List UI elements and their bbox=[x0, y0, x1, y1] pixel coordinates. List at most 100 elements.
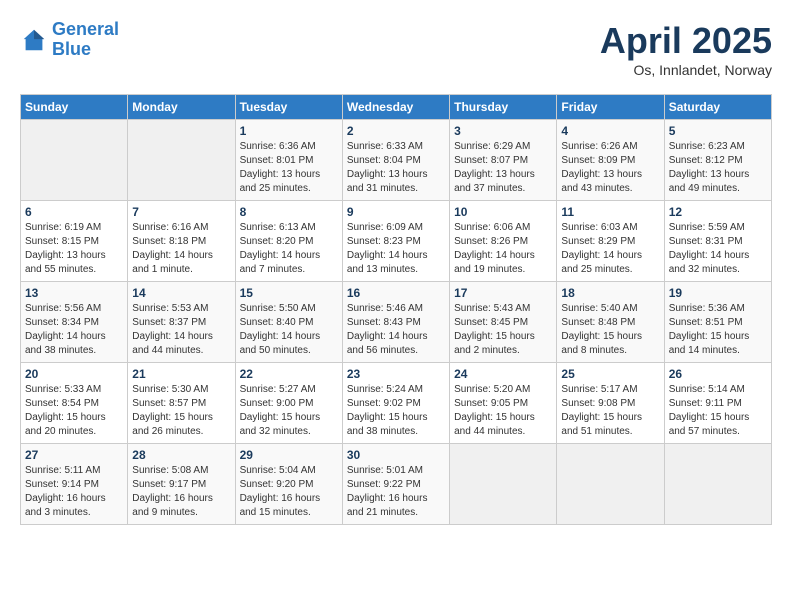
day-number: 4 bbox=[561, 124, 659, 138]
day-number: 18 bbox=[561, 286, 659, 300]
calendar-week-5: 27 Sunrise: 5:11 AM Sunset: 9:14 PM Dayli… bbox=[21, 444, 772, 525]
day-number: 21 bbox=[132, 367, 230, 381]
day-number: 14 bbox=[132, 286, 230, 300]
day-info: Sunrise: 5:11 AM Sunset: 9:14 PM Dayligh… bbox=[25, 464, 123, 520]
day-info: Sunrise: 6:03 AM Sunset: 8:29 PM Dayligh… bbox=[561, 221, 659, 277]
day-info: Sunrise: 5:04 AM Sunset: 9:20 PM Dayligh… bbox=[240, 464, 338, 520]
day-number: 7 bbox=[132, 205, 230, 219]
logo: General Blue bbox=[20, 20, 119, 60]
calendar-day bbox=[450, 444, 557, 525]
day-info: Sunrise: 5:40 AM Sunset: 8:48 PM Dayligh… bbox=[561, 302, 659, 358]
day-number: 9 bbox=[347, 205, 445, 219]
day-number: 6 bbox=[25, 205, 123, 219]
day-number: 16 bbox=[347, 286, 445, 300]
calendar-day: 19 Sunrise: 5:36 AM Sunset: 8:51 PM Dayli… bbox=[664, 282, 771, 363]
day-info: Sunrise: 5:53 AM Sunset: 8:37 PM Dayligh… bbox=[132, 302, 230, 358]
calendar-day: 29 Sunrise: 5:04 AM Sunset: 9:20 PM Dayli… bbox=[235, 444, 342, 525]
day-info: Sunrise: 6:06 AM Sunset: 8:26 PM Dayligh… bbox=[454, 221, 552, 277]
day-number: 28 bbox=[132, 448, 230, 462]
day-number: 15 bbox=[240, 286, 338, 300]
calendar-day: 21 Sunrise: 5:30 AM Sunset: 8:57 PM Dayli… bbox=[128, 363, 235, 444]
day-info: Sunrise: 6:36 AM Sunset: 8:01 PM Dayligh… bbox=[240, 140, 338, 196]
day-number: 25 bbox=[561, 367, 659, 381]
logo-icon bbox=[20, 26, 48, 54]
logo-text: General Blue bbox=[52, 20, 119, 60]
day-info: Sunrise: 6:09 AM Sunset: 8:23 PM Dayligh… bbox=[347, 221, 445, 277]
calendar-day: 12 Sunrise: 5:59 AM Sunset: 8:31 PM Dayli… bbox=[664, 201, 771, 282]
calendar-day bbox=[21, 120, 128, 201]
day-info: Sunrise: 5:36 AM Sunset: 8:51 PM Dayligh… bbox=[669, 302, 767, 358]
day-info: Sunrise: 5:08 AM Sunset: 9:17 PM Dayligh… bbox=[132, 464, 230, 520]
calendar-day: 1 Sunrise: 6:36 AM Sunset: 8:01 PM Daylig… bbox=[235, 120, 342, 201]
calendar-week-2: 6 Sunrise: 6:19 AM Sunset: 8:15 PM Daylig… bbox=[21, 201, 772, 282]
day-number: 11 bbox=[561, 205, 659, 219]
day-info: Sunrise: 5:46 AM Sunset: 8:43 PM Dayligh… bbox=[347, 302, 445, 358]
day-number: 29 bbox=[240, 448, 338, 462]
calendar-day: 23Sunrise: 5:24 AM Sunset: 9:02 PM Dayli… bbox=[342, 363, 449, 444]
calendar-day: 11 Sunrise: 6:03 AM Sunset: 8:29 PM Dayli… bbox=[557, 201, 664, 282]
weekday-header-tuesday: Tuesday bbox=[235, 95, 342, 120]
day-info: Sunrise: 5:20 AM Sunset: 9:05 PM Dayligh… bbox=[454, 383, 552, 439]
calendar-day: 18 Sunrise: 5:40 AM Sunset: 8:48 PM Dayli… bbox=[557, 282, 664, 363]
day-info: Sunrise: 6:19 AM Sunset: 8:15 PM Dayligh… bbox=[25, 221, 123, 277]
calendar-day: 20Sunrise: 5:33 AM Sunset: 8:54 PM Dayli… bbox=[21, 363, 128, 444]
calendar-day bbox=[664, 444, 771, 525]
weekday-header-row: SundayMondayTuesdayWednesdayThursdayFrid… bbox=[21, 95, 772, 120]
calendar-day: 28 Sunrise: 5:08 AM Sunset: 9:17 PM Dayli… bbox=[128, 444, 235, 525]
day-info: Sunrise: 5:30 AM Sunset: 8:57 PM Dayligh… bbox=[132, 383, 230, 439]
day-info: Sunrise: 6:29 AM Sunset: 8:07 PM Dayligh… bbox=[454, 140, 552, 196]
calendar-day: 7Sunrise: 6:16 AM Sunset: 8:18 PM Daylig… bbox=[128, 201, 235, 282]
day-info: Sunrise: 5:27 AM Sunset: 9:00 PM Dayligh… bbox=[240, 383, 338, 439]
day-info: Sunrise: 6:26 AM Sunset: 8:09 PM Dayligh… bbox=[561, 140, 659, 196]
day-info: Sunrise: 5:14 AM Sunset: 9:11 PM Dayligh… bbox=[669, 383, 767, 439]
day-info: Sunrise: 5:17 AM Sunset: 9:08 PM Dayligh… bbox=[561, 383, 659, 439]
calendar-table: SundayMondayTuesdayWednesdayThursdayFrid… bbox=[20, 94, 772, 525]
day-number: 2 bbox=[347, 124, 445, 138]
calendar-week-4: 20Sunrise: 5:33 AM Sunset: 8:54 PM Dayli… bbox=[21, 363, 772, 444]
weekday-header-thursday: Thursday bbox=[450, 95, 557, 120]
day-number: 12 bbox=[669, 205, 767, 219]
day-number: 17 bbox=[454, 286, 552, 300]
day-info: Sunrise: 5:56 AM Sunset: 8:34 PM Dayligh… bbox=[25, 302, 123, 358]
day-info: Sunrise: 5:59 AM Sunset: 8:31 PM Dayligh… bbox=[669, 221, 767, 277]
day-number: 22 bbox=[240, 367, 338, 381]
day-number: 23 bbox=[347, 367, 445, 381]
day-info: Sunrise: 6:23 AM Sunset: 8:12 PM Dayligh… bbox=[669, 140, 767, 196]
day-number: 24 bbox=[454, 367, 552, 381]
day-number: 13 bbox=[25, 286, 123, 300]
day-number: 30 bbox=[347, 448, 445, 462]
day-info: Sunrise: 6:13 AM Sunset: 8:20 PM Dayligh… bbox=[240, 221, 338, 277]
calendar-day: 25 Sunrise: 5:17 AM Sunset: 9:08 PM Dayli… bbox=[557, 363, 664, 444]
day-info: Sunrise: 5:01 AM Sunset: 9:22 PM Dayligh… bbox=[347, 464, 445, 520]
calendar-day: 24 Sunrise: 5:20 AM Sunset: 9:05 PM Dayli… bbox=[450, 363, 557, 444]
weekday-header-monday: Monday bbox=[128, 95, 235, 120]
title-block: April 2025 Os, Innlandet, Norway bbox=[600, 20, 772, 78]
day-info: Sunrise: 5:50 AM Sunset: 8:40 PM Dayligh… bbox=[240, 302, 338, 358]
day-number: 19 bbox=[669, 286, 767, 300]
calendar-week-3: 13 Sunrise: 5:56 AM Sunset: 8:34 PM Dayli… bbox=[21, 282, 772, 363]
calendar-day: 9 Sunrise: 6:09 AM Sunset: 8:23 PM Daylig… bbox=[342, 201, 449, 282]
calendar-week-1: 1 Sunrise: 6:36 AM Sunset: 8:01 PM Daylig… bbox=[21, 120, 772, 201]
calendar-day: 4 Sunrise: 6:26 AM Sunset: 8:09 PM Daylig… bbox=[557, 120, 664, 201]
logo-general: General bbox=[52, 19, 119, 39]
day-number: 3 bbox=[454, 124, 552, 138]
calendar-day: 8Sunrise: 6:13 AM Sunset: 8:20 PM Daylig… bbox=[235, 201, 342, 282]
page: General Blue April 2025 Os, Innlandet, N… bbox=[0, 0, 792, 545]
weekday-header-friday: Friday bbox=[557, 95, 664, 120]
day-info: Sunrise: 6:33 AM Sunset: 8:04 PM Dayligh… bbox=[347, 140, 445, 196]
weekday-header-saturday: Saturday bbox=[664, 95, 771, 120]
day-number: 27 bbox=[25, 448, 123, 462]
weekday-header-wednesday: Wednesday bbox=[342, 95, 449, 120]
header: General Blue April 2025 Os, Innlandet, N… bbox=[20, 20, 772, 78]
calendar-day: 17Sunrise: 5:43 AM Sunset: 8:45 PM Dayli… bbox=[450, 282, 557, 363]
calendar-day: 10Sunrise: 6:06 AM Sunset: 8:26 PM Dayli… bbox=[450, 201, 557, 282]
calendar-subtitle: Os, Innlandet, Norway bbox=[600, 62, 772, 78]
calendar-day: 13 Sunrise: 5:56 AM Sunset: 8:34 PM Dayli… bbox=[21, 282, 128, 363]
calendar-day: 16 Sunrise: 5:46 AM Sunset: 8:43 PM Dayli… bbox=[342, 282, 449, 363]
calendar-day: 27 Sunrise: 5:11 AM Sunset: 9:14 PM Dayli… bbox=[21, 444, 128, 525]
day-number: 1 bbox=[240, 124, 338, 138]
calendar-day: 6 Sunrise: 6:19 AM Sunset: 8:15 PM Daylig… bbox=[21, 201, 128, 282]
calendar-day: 22 Sunrise: 5:27 AM Sunset: 9:00 PM Dayli… bbox=[235, 363, 342, 444]
weekday-header-sunday: Sunday bbox=[21, 95, 128, 120]
calendar-day: 26Sunrise: 5:14 AM Sunset: 9:11 PM Dayli… bbox=[664, 363, 771, 444]
